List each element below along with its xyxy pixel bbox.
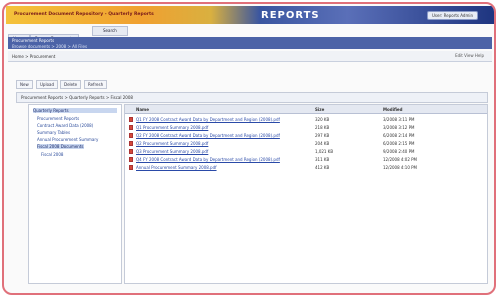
- tree-item-annual-summary[interactable]: Annual Procurement Summary: [37, 137, 98, 142]
- upload-button[interactable]: Upload: [36, 80, 59, 89]
- page-tools[interactable]: Edit View Help: [455, 53, 484, 58]
- file-name-link[interactable]: Q3 Procurement Summary 2008.pdf: [136, 149, 208, 154]
- file-size: 320 KB: [315, 117, 330, 122]
- table-row[interactable]: Q4 FY 2008 Contract Award Data by Depart…: [125, 156, 487, 163]
- tab-search[interactable]: Search: [92, 26, 128, 36]
- section-title: Procurement Reports: [12, 38, 55, 43]
- file-modified: 12/2008 4:10 PM: [383, 165, 418, 170]
- nav-tabs: Search Home Browse Documents: [8, 26, 492, 44]
- column-header-modified[interactable]: Modified: [383, 107, 403, 112]
- table-row[interactable]: Q1 Procurement Summary 2008.pdf 218 KB 3…: [125, 124, 487, 131]
- file-name-link[interactable]: Q4 FY 2008 Contract Award Data by Depart…: [136, 157, 280, 162]
- app-logo: REPORTS: [261, 10, 320, 21]
- file-toolbar: New Upload Delete Refresh: [16, 80, 486, 89]
- tree-item-contract-award-data[interactable]: Contract Award Data (2008): [37, 123, 93, 128]
- file-name-link[interactable]: Q2 Procurement Summary 2008.pdf: [136, 141, 208, 146]
- pdf-file-icon: [129, 157, 133, 162]
- file-size: 311 KB: [315, 157, 330, 162]
- folder-path-text[interactable]: Procurement Reports > Quarterly Reports …: [21, 95, 133, 100]
- tree-item-procurement-reports[interactable]: Procurement Reports: [37, 116, 79, 121]
- user-menu[interactable]: User: Reports Admin: [426, 11, 478, 20]
- pdf-file-icon: [129, 165, 133, 170]
- tree-item-fiscal-2008-docs[interactable]: Fiscal 2008 Documents: [37, 144, 84, 149]
- delete-button[interactable]: Delete: [60, 80, 82, 89]
- file-modified: 3/2008 3:11 PM: [383, 117, 415, 122]
- file-modified: 6/2008 2:15 PM: [383, 141, 415, 146]
- table-row[interactable]: Q2 FY 2008 Contract Award Data by Depart…: [125, 132, 487, 139]
- breadcrumb-bar: Home > Procurement Edit View Help: [8, 51, 492, 62]
- column-header-name[interactable]: Name: [136, 107, 149, 112]
- file-name-link[interactable]: Q1 FY 2008 Contract Award Data by Depart…: [136, 117, 280, 122]
- folder-tree: Quarterly Reports Procurement Reports Co…: [28, 104, 122, 284]
- folder-path: Procurement Reports > Quarterly Reports …: [16, 92, 488, 103]
- pdf-file-icon: [129, 133, 133, 138]
- file-modified: 12/2008 4:02 PM: [383, 157, 418, 162]
- file-size: 1,021 KB: [315, 149, 334, 154]
- table-row[interactable]: Annual Procurement Summary 2008.pdf 412 …: [125, 164, 487, 171]
- new-button[interactable]: New: [16, 80, 33, 89]
- pdf-file-icon: [129, 117, 133, 122]
- file-modified: 9/2008 2:40 PM: [383, 149, 415, 154]
- table-row[interactable]: Q3 Procurement Summary 2008.pdf 1,021 KB…: [125, 148, 487, 155]
- refresh-button[interactable]: Refresh: [84, 80, 108, 89]
- tree-item-summary-tables[interactable]: Summary Tables: [37, 130, 70, 135]
- column-header-size[interactable]: Size: [315, 107, 324, 112]
- file-modified: 6/2008 2:14 PM: [383, 133, 415, 138]
- file-name-link[interactable]: Q1 Procurement Summary 2008.pdf: [136, 125, 208, 130]
- pdf-file-icon: [129, 141, 133, 146]
- pdf-file-icon: [129, 125, 133, 130]
- file-size: 204 KB: [315, 141, 330, 146]
- banner-title: Procurement Document Repository - Quarte…: [14, 12, 154, 17]
- file-list: Name Size Modified Q1 FY 2008 Contract A…: [124, 104, 488, 284]
- screenshot-frame: Procurement Document Repository - Quarte…: [2, 2, 496, 295]
- file-modified: 3/2008 3:12 PM: [383, 125, 415, 130]
- file-size: 297 KB: [315, 133, 330, 138]
- app-banner: Procurement Document Repository - Quarte…: [6, 6, 494, 24]
- file-name-link[interactable]: Q2 FY 2008 Contract Award Data by Depart…: [136, 133, 280, 138]
- table-row[interactable]: Q1 FY 2008 Contract Award Data by Depart…: [125, 116, 487, 123]
- tree-item-quarterly-reports[interactable]: Quarterly Reports: [33, 108, 117, 113]
- tree-item-fiscal-2008[interactable]: Fiscal 2008: [41, 152, 63, 157]
- pdf-file-icon: [129, 149, 133, 154]
- section-subtitle: Browse documents > 2008 > All Files: [12, 44, 88, 49]
- file-size: 412 KB: [315, 165, 330, 170]
- breadcrumb[interactable]: Home > Procurement: [12, 54, 55, 59]
- table-row[interactable]: Q2 Procurement Summary 2008.pdf 204 KB 6…: [125, 140, 487, 147]
- file-name-link[interactable]: Annual Procurement Summary 2008.pdf: [136, 165, 217, 170]
- file-list-header: Name Size Modified: [125, 105, 487, 114]
- section-header: Procurement Reports Browse documents > 2…: [8, 37, 492, 49]
- file-size: 218 KB: [315, 125, 330, 130]
